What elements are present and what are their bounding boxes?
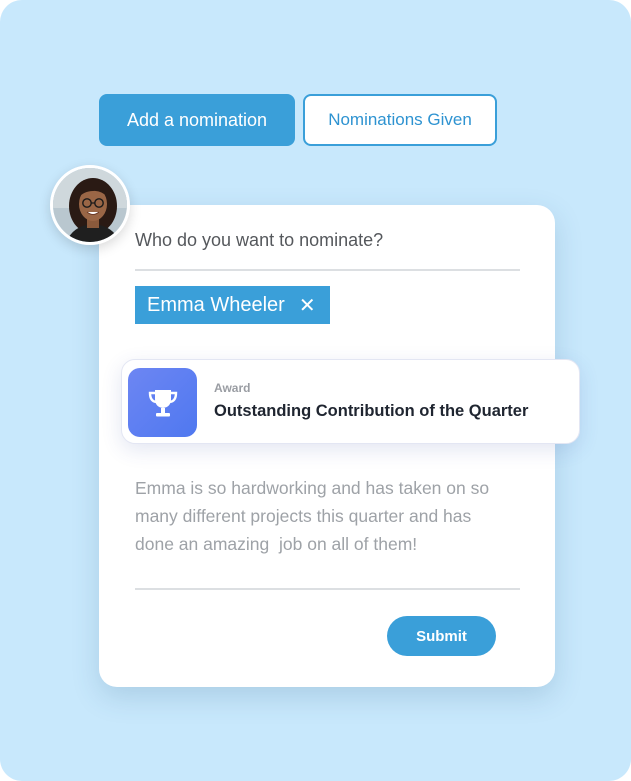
- user-avatar: [50, 165, 130, 245]
- trophy-icon: [128, 368, 197, 437]
- add-nomination-tab[interactable]: Add a nomination: [99, 94, 295, 146]
- nominee-question: Who do you want to nominate?: [135, 230, 384, 250]
- award-title: Outstanding Contribution of the Quarter: [214, 402, 529, 420]
- nomination-message-textarea[interactable]: Emma is so hardworking and has taken on …: [135, 474, 505, 558]
- award-selector[interactable]: Award Outstanding Contribution of the Qu…: [121, 359, 580, 444]
- nominations-given-tab[interactable]: Nominations Given: [303, 94, 497, 146]
- nominee-chip-name: Emma Wheeler: [147, 293, 285, 316]
- close-icon[interactable]: ✕: [299, 293, 316, 318]
- message-underline: [135, 588, 520, 590]
- submit-button[interactable]: Submit: [387, 616, 496, 656]
- nominee-input-underline: [135, 269, 520, 271]
- award-label: Award: [214, 381, 251, 395]
- nomination-form-card: [99, 205, 555, 687]
- nominee-chip[interactable]: Emma Wheeler ✕: [135, 286, 330, 324]
